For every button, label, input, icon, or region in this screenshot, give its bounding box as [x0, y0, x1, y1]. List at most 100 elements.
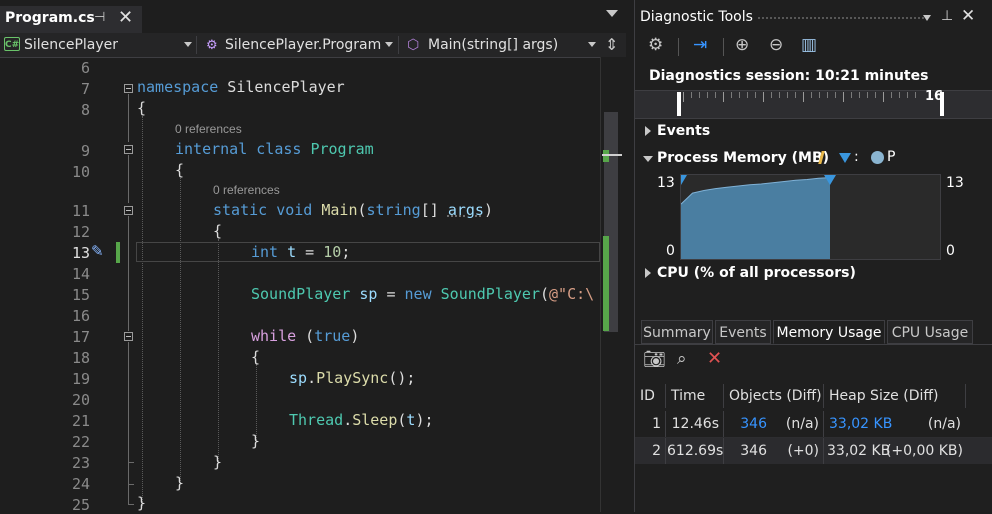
tab-cpu-usage[interactable]: CPU Usage	[887, 320, 973, 344]
pin-icon[interactable]: ⊥	[941, 8, 953, 24]
code-line-11[interactable]: static void Main(string[] args)	[213, 201, 493, 219]
code-line-10[interactable]: {	[175, 161, 184, 179]
code-line-7[interactable]: namespace SilencePlayer	[137, 78, 345, 96]
memory-toolbar: 📷︎ ⌕ ✕	[635, 346, 992, 376]
column-separator[interactable]	[965, 384, 966, 408]
pin-tab-icon[interactable]: ⊣	[94, 10, 105, 25]
chevron-down-icon[interactable]	[588, 42, 596, 47]
process-memory-chart[interactable]	[680, 174, 941, 260]
take-snapshot-camera-icon[interactable]: 📷︎	[643, 349, 666, 370]
cell-time: 12.46s	[671, 416, 719, 432]
csharp-project-icon: C#	[4, 37, 20, 51]
method-dropdown[interactable]: Main(string[] args)	[428, 33, 558, 57]
line-number: 21	[71, 412, 90, 430]
cell-objects[interactable]: 346	[725, 438, 767, 464]
punct: (	[296, 327, 315, 345]
punct: (	[357, 201, 367, 219]
code-line-22[interactable]: }	[251, 432, 260, 450]
code-line-17[interactable]: while (true)	[251, 327, 359, 345]
quick-actions-screwdriver-icon[interactable]: ✎	[91, 242, 104, 260]
heap-size-link[interactable]: 33,02 KB	[829, 411, 892, 437]
table-row-selected[interactable]: 2 612.69s 346 (+0) 33,02 KB (+0,00 KB)	[635, 438, 992, 464]
column-separator[interactable]	[665, 384, 666, 408]
panel-menu-icon[interactable]	[923, 15, 931, 21]
legend-colon: :	[854, 149, 859, 165]
tab-summary[interactable]: Summary	[641, 320, 713, 344]
code-line-24[interactable]: }	[175, 474, 184, 492]
private-bytes-legend-icon[interactable]	[871, 151, 884, 164]
zoom-out-icon[interactable]: ⊖	[769, 35, 783, 55]
collapse-icon[interactable]	[643, 156, 653, 162]
nav-separator	[398, 36, 399, 54]
fold-toggle-icon[interactable]	[124, 145, 133, 154]
code-line-8[interactable]: {	[137, 99, 146, 117]
keyword: new	[404, 285, 432, 303]
column-header-id[interactable]: ID	[640, 382, 655, 410]
settings-gear-icon[interactable]: ⚙	[648, 35, 663, 55]
tab-program-cs[interactable]: Program.cs ⊣ ✕	[0, 6, 142, 33]
indent-guide	[142, 116, 143, 506]
method-name: PlaySync	[316, 369, 389, 387]
memory-section-header[interactable]: Process Memory (MB)	[657, 150, 829, 166]
tab-memory-usage[interactable]: Memory Usage	[773, 320, 885, 344]
expand-icon[interactable]	[645, 126, 651, 136]
code-line-19[interactable]: sp.PlaySync();	[289, 369, 415, 387]
line-number: 15	[71, 286, 90, 304]
timeline-label: 16	[925, 89, 944, 104]
keyword: int	[251, 243, 279, 261]
chevron-down-icon[interactable]	[184, 42, 192, 47]
table-row[interactable]: 1 12.46s 346 (n/a) 33,02 KB (n/a)	[635, 411, 992, 438]
punct: );	[415, 411, 434, 429]
project-dropdown[interactable]: SilencePlayer	[24, 33, 118, 57]
search-icon[interactable]: ⌕	[677, 349, 687, 369]
type-name: Thread	[289, 411, 344, 429]
column-header-objects[interactable]: Objects (Diff)	[729, 382, 822, 410]
timeline-left-handle[interactable]	[677, 92, 681, 116]
code-line-15[interactable]: SoundPlayer sp = new SoundPlayer(@"C:\	[251, 285, 594, 303]
namespace-name: SilencePlayer	[218, 78, 345, 96]
column-separator[interactable]	[723, 384, 724, 408]
expand-icon[interactable]	[645, 268, 651, 278]
select-tools-icon[interactable]: ⇥	[693, 35, 707, 55]
code-line-9[interactable]: internal class Program	[175, 140, 374, 158]
chevron-down-icon[interactable]	[385, 42, 393, 47]
code-line-18[interactable]: {	[251, 348, 260, 366]
close-icon[interactable]: ✕	[961, 6, 975, 26]
column-separator[interactable]	[823, 384, 824, 408]
cpu-section-header[interactable]: CPU (% of all processors)	[657, 265, 856, 281]
class-dropdown[interactable]: SilencePlayer.Program	[225, 33, 381, 57]
fold-guide-end	[128, 504, 134, 505]
events-section-header[interactable]: Events	[657, 123, 710, 139]
delete-icon[interactable]: ✕	[707, 348, 722, 369]
snapshot-legend-icon[interactable]	[839, 153, 851, 163]
punct: .	[307, 369, 317, 387]
tab-overflow-icon[interactable]	[606, 10, 618, 17]
codelens-references[interactable]: 0 references	[213, 183, 280, 197]
column-header-time[interactable]: Time	[671, 382, 705, 410]
line-number: 14	[71, 265, 90, 283]
column-header-heap[interactable]: Heap Size (Diff)	[829, 382, 938, 410]
split-editor-icon[interactable]: ⇕	[605, 35, 618, 54]
objects-link[interactable]: 346	[725, 411, 767, 437]
codelens-references[interactable]: 0 references	[175, 122, 242, 136]
method-icon: ⬡	[407, 37, 420, 53]
punct: )	[483, 201, 493, 219]
code-line-25[interactable]: }	[137, 494, 146, 512]
fold-toggle-icon[interactable]	[124, 84, 133, 93]
fold-toggle-icon[interactable]	[124, 332, 133, 341]
fold-toggle-icon[interactable]	[124, 206, 133, 215]
fold-guide-end	[128, 462, 134, 463]
type-name: SoundPlayer	[440, 285, 540, 303]
snapshot-marker[interactable]	[681, 175, 687, 185]
cell-heap-size[interactable]: 33,02 KB	[827, 438, 890, 464]
close-tab-icon[interactable]: ✕	[118, 7, 133, 28]
code-line-13[interactable]: int t = 10;	[251, 243, 350, 261]
tab-events[interactable]: Events	[715, 320, 771, 344]
code-line-12[interactable]: {	[213, 222, 222, 240]
code-line-23[interactable]: }	[213, 453, 222, 471]
reset-view-chart-icon[interactable]: ▥	[801, 35, 817, 55]
current-line-highlight	[136, 242, 600, 262]
code-line-21[interactable]: Thread.Sleep(t);	[289, 411, 434, 429]
panel-grip[interactable]	[757, 16, 925, 21]
zoom-in-icon[interactable]: ⊕	[735, 35, 749, 55]
